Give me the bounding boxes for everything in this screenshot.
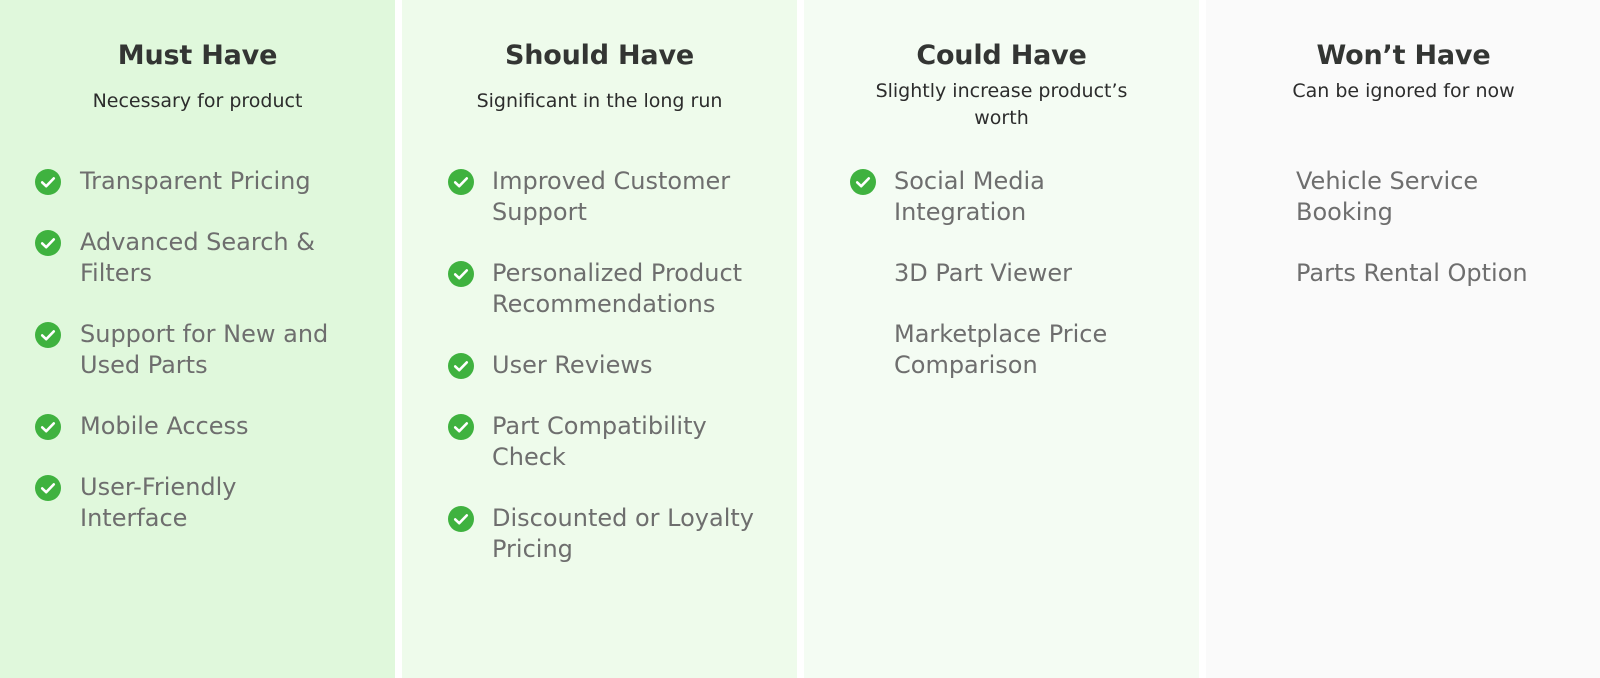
column-could-have: Could Have Slightly increase product’s w… xyxy=(804,0,1199,678)
item-label: Improved Customer Support xyxy=(492,167,731,226)
column-subtitle: Can be ignored for now xyxy=(1292,80,1515,102)
item-label: Vehicle Service Booking xyxy=(1296,167,1479,226)
check-circle-icon xyxy=(35,414,61,440)
list-item: Parts Rental Option xyxy=(1206,258,1558,289)
item-label: Support for New and Used Parts xyxy=(80,320,329,379)
check-circle-icon xyxy=(35,230,61,256)
column-title: Must Have xyxy=(117,40,278,71)
item-label: Parts Rental Option xyxy=(1296,259,1528,287)
column-subtitle: Necessary for product xyxy=(92,90,303,112)
list-item: User Reviews xyxy=(402,350,754,381)
item-label: Advanced Search & Filters xyxy=(80,228,315,287)
item-label: Part Compatibility Check xyxy=(492,412,707,471)
check-circle-icon xyxy=(35,475,61,501)
item-label: Discounted or Loyalty Pricing xyxy=(492,504,754,563)
check-circle-icon xyxy=(448,353,474,379)
item-label: Marketplace Price Comparison xyxy=(894,320,1108,379)
list-item: Discounted or Loyalty Pricing xyxy=(402,503,754,565)
column-must-have: Must Have Necessary for product Transpar… xyxy=(0,0,395,678)
check-circle-icon xyxy=(448,414,474,440)
check-circle-icon xyxy=(448,169,474,195)
column-subtitle: Significant in the long run xyxy=(476,90,723,112)
check-circle-icon xyxy=(35,322,61,348)
list-item: Marketplace Price Comparison xyxy=(804,319,1156,381)
list-item: Social Media Integration xyxy=(804,166,1156,228)
list-item: Mobile Access xyxy=(0,411,342,442)
column-should-have: Should Have Significant in the long run … xyxy=(402,0,797,678)
moscow-board: Must Have Necessary for product Transpar… xyxy=(0,0,1600,678)
list-item: Advanced Search & Filters xyxy=(0,227,342,289)
item-list: Improved Customer Support Personalized P… xyxy=(402,166,797,595)
list-item: Improved Customer Support xyxy=(402,166,754,228)
item-label: User Reviews xyxy=(492,351,653,379)
item-list: Transparent Pricing Advanced Search & Fi… xyxy=(0,166,395,564)
column-title: Won’t Have xyxy=(1316,40,1491,71)
item-label: Transparent Pricing xyxy=(80,167,311,195)
column-wont-have: Won’t Have Can be ignored for now Vehicl… xyxy=(1206,0,1600,678)
check-circle-icon xyxy=(35,169,61,195)
column-title: Could Have xyxy=(916,40,1087,71)
list-item: Personalized Product Recommendations xyxy=(402,258,754,320)
list-item: Support for New and Used Parts xyxy=(0,319,342,381)
item-label: User-Friendly Interface xyxy=(80,473,237,532)
check-circle-icon xyxy=(448,261,474,287)
list-item: 3D Part Viewer xyxy=(804,258,1156,289)
item-label: Social Media Integration xyxy=(894,167,1045,226)
check-circle-icon xyxy=(850,169,876,195)
item-list: Social Media Integration 3D Part Viewer … xyxy=(804,166,1199,411)
check-circle-icon xyxy=(448,506,474,532)
list-item: User-Friendly Interface xyxy=(0,472,342,534)
column-title: Should Have xyxy=(505,40,694,71)
list-item: Part Compatibility Check xyxy=(402,411,754,473)
list-item: Transparent Pricing xyxy=(0,166,342,197)
item-label: 3D Part Viewer xyxy=(894,259,1072,287)
column-subtitle: Slightly increase product’s worth xyxy=(875,80,1128,129)
item-label: Mobile Access xyxy=(80,412,249,440)
list-item: Vehicle Service Booking xyxy=(1206,166,1558,228)
item-label: Personalized Product Recommendations xyxy=(492,259,743,318)
item-list: Vehicle Service Booking Parts Rental Opt… xyxy=(1206,166,1600,319)
